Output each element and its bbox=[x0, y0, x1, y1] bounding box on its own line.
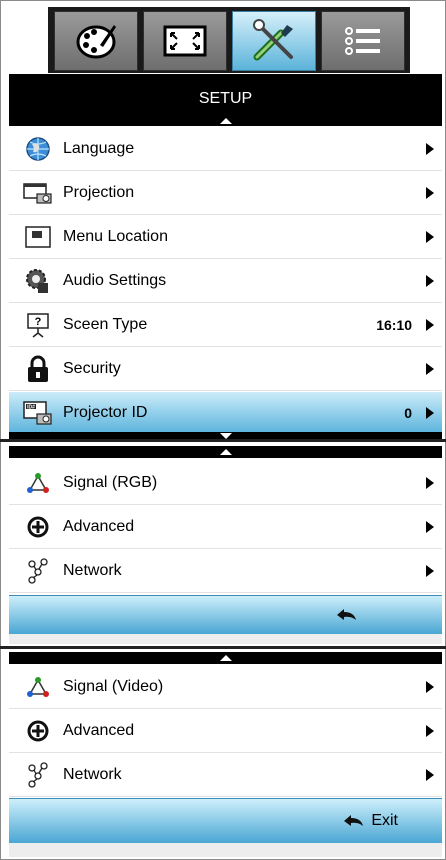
chevron-right-icon bbox=[426, 725, 434, 737]
chevron-right-icon bbox=[426, 521, 434, 533]
exit-bar[interactable]: Exit bbox=[9, 798, 442, 844]
rgb-row-network[interactable]: Network bbox=[9, 550, 442, 593]
spacer bbox=[9, 843, 442, 857]
tab-setup[interactable] bbox=[232, 11, 316, 71]
audio-settings-icon bbox=[26, 269, 48, 293]
scroll-up-indicator[interactable] bbox=[9, 116, 442, 126]
tab-bar bbox=[48, 7, 410, 73]
scroll-up-indicator[interactable] bbox=[9, 652, 442, 664]
scroll-up-indicator[interactable] bbox=[9, 446, 442, 458]
setup-row-language[interactable]: Language bbox=[9, 128, 442, 171]
projector-id-value: 0 bbox=[404, 405, 412, 421]
chevron-right-icon bbox=[426, 565, 434, 577]
setup-row-menu-location[interactable]: Menu Location bbox=[9, 216, 442, 259]
rgb-item-label: Advanced bbox=[63, 518, 135, 535]
chevron-right-icon bbox=[426, 681, 434, 693]
exit-button[interactable]: Exit bbox=[343, 812, 398, 830]
setup-row-security[interactable]: Security bbox=[9, 348, 442, 391]
rgb-item-label: Network bbox=[63, 562, 122, 579]
video-item-label: Network bbox=[63, 766, 122, 783]
rgb-item-label: Signal (RGB) bbox=[63, 474, 158, 491]
svg-text:ID#: ID# bbox=[27, 405, 35, 411]
menu-location-icon bbox=[25, 226, 51, 248]
video-row-network[interactable]: Network bbox=[9, 754, 442, 797]
back-arrow-icon bbox=[344, 815, 364, 826]
chevron-right-icon bbox=[426, 363, 434, 375]
video-row-advanced[interactable]: Advanced bbox=[9, 710, 442, 753]
setup-row-screen-type[interactable]: ? Sceen Type 16:10 bbox=[9, 304, 442, 347]
exit-label: Exit bbox=[371, 812, 398, 829]
setup-item-label: Security bbox=[63, 360, 121, 377]
section-divider bbox=[0, 646, 446, 649]
projector-icon bbox=[23, 183, 52, 204]
setup-item-label: Sceen Type bbox=[63, 316, 148, 333]
setup-item-label: Projector ID bbox=[63, 404, 148, 421]
globe-icon bbox=[26, 137, 50, 161]
lock-icon bbox=[28, 355, 48, 382]
rgb-row-signal[interactable]: Signal (RGB) bbox=[9, 462, 442, 505]
chevron-right-icon bbox=[426, 769, 434, 781]
setup-row-projector-id[interactable]: ID# Projector ID 0 bbox=[9, 392, 442, 435]
setup-row-projection[interactable]: Projection bbox=[9, 172, 442, 215]
chevron-right-icon bbox=[426, 187, 434, 199]
network-icon bbox=[28, 762, 48, 788]
signal-icon bbox=[27, 677, 49, 697]
projector-id-icon: ID# bbox=[23, 401, 52, 425]
section-divider bbox=[0, 439, 446, 442]
chevron-right-icon bbox=[426, 231, 434, 243]
chevron-right-icon bbox=[426, 407, 434, 419]
back-button[interactable] bbox=[336, 608, 358, 622]
tab-options[interactable] bbox=[321, 11, 405, 71]
advanced-icon bbox=[27, 720, 49, 742]
svg-text:?: ? bbox=[35, 316, 42, 328]
chevron-right-icon bbox=[426, 275, 434, 287]
setup-row-audio-settings[interactable]: Audio Settings bbox=[9, 260, 442, 303]
video-row-signal[interactable]: Signal (Video) bbox=[9, 666, 442, 709]
rgb-back-bar[interactable] bbox=[9, 595, 442, 635]
screen-type-icon: ? bbox=[27, 313, 49, 338]
chevron-right-icon bbox=[426, 477, 434, 489]
signal-icon bbox=[27, 473, 49, 493]
tab-image-settings[interactable] bbox=[54, 11, 138, 71]
rgb-row-advanced[interactable]: Advanced bbox=[9, 506, 442, 549]
setup-item-label: Projection bbox=[63, 184, 135, 201]
list-icon bbox=[345, 27, 380, 55]
page-title: SETUP bbox=[198, 90, 253, 107]
palette-icon bbox=[76, 25, 116, 59]
back-arrow-icon bbox=[337, 609, 356, 620]
tab-display[interactable] bbox=[143, 11, 227, 71]
video-item-label: Signal (Video) bbox=[63, 678, 164, 695]
chevron-right-icon bbox=[426, 319, 434, 331]
screen-type-value: 16:10 bbox=[376, 317, 412, 333]
tools-icon bbox=[253, 19, 293, 61]
spacer bbox=[9, 634, 442, 644]
fullscreen-icon bbox=[163, 25, 207, 57]
network-icon bbox=[28, 558, 48, 584]
advanced-icon bbox=[27, 516, 49, 538]
menu-header: SETUP bbox=[9, 74, 442, 118]
chevron-right-icon bbox=[426, 143, 434, 155]
setup-item-label: Language bbox=[63, 140, 135, 157]
video-item-label: Advanced bbox=[63, 722, 135, 739]
setup-item-label: Menu Location bbox=[63, 228, 168, 245]
setup-item-label: Audio Settings bbox=[63, 272, 167, 289]
